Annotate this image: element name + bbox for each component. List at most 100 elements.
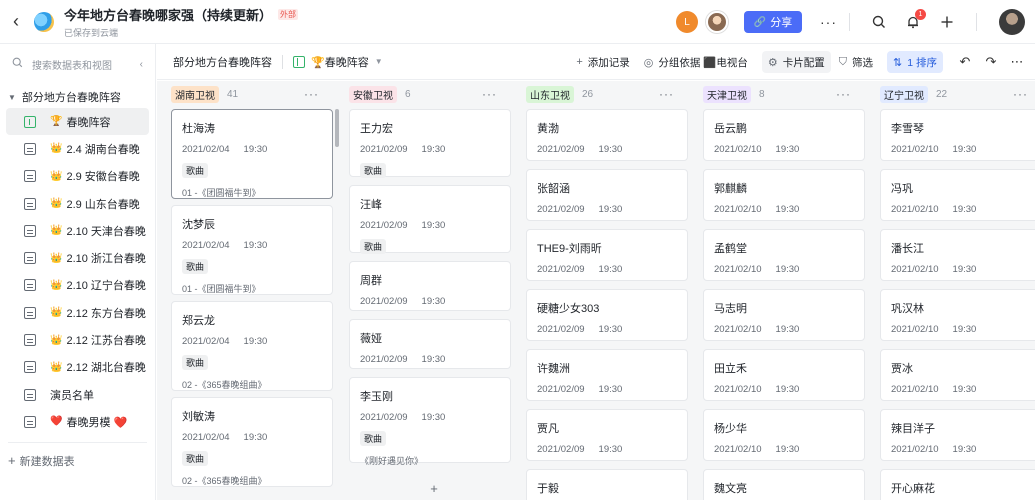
sidebar-item[interactable]: ❤️ 春晚男模 ❤️ (6, 408, 149, 435)
card-time: 19:30 (952, 144, 977, 155)
card-name: 岳云鹏 (714, 123, 747, 135)
sidebar-item[interactable]: 👑 2.12 江苏台春晚 (6, 326, 149, 353)
record-card[interactable]: 田立禾 2021/02/10 19:30 (703, 349, 865, 401)
sidebar-item[interactable]: 👑 2.4 湖南台春晚 (6, 135, 149, 162)
record-card[interactable]: 岳云鹏 2021/02/10 19:30 (703, 109, 865, 161)
undo-icon[interactable]: ↶ (957, 54, 973, 70)
record-card[interactable]: 刘敏涛 2021/02/04 19:30 歌曲 02 -《365春晚组曲》 (171, 397, 333, 487)
card-time: 19:30 (952, 264, 977, 275)
sidebar-item[interactable]: 👑 2.10 辽宁台春晚 (6, 272, 149, 299)
record-card[interactable]: 贾凡 2021/02/09 19:30 (526, 409, 688, 461)
divider (976, 13, 977, 31)
sidebar-item[interactable]: 🏆 春晚阵容 (6, 108, 149, 136)
card-datetime: 2021/02/04 19:30 (182, 432, 322, 443)
record-card[interactable]: 于毅 (526, 469, 688, 500)
card-time: 19:30 (598, 444, 623, 455)
record-card[interactable]: 李雪琴 2021/02/10 19:30 (880, 109, 1035, 161)
collaborator-avatar[interactable]: L (676, 11, 698, 33)
sidebar-item[interactable]: 👑 2.10 浙江台春晚 (6, 244, 149, 271)
group-by-button[interactable]: ◎ 分组依据 ⬛电视台 (644, 51, 748, 73)
filter-button[interactable]: ⛉ 筛选 (839, 51, 873, 73)
column-more-icon[interactable]: ··· (1013, 87, 1028, 101)
column-more-icon[interactable]: ··· (836, 87, 851, 101)
record-card[interactable]: 潘长江 2021/02/10 19:30 (880, 229, 1035, 281)
doc-title[interactable]: 今年地方台春晚哪家强（持续更新） (64, 5, 272, 24)
record-card[interactable]: 魏文亮 (703, 469, 865, 500)
column-header[interactable]: 山东卫视 26 ··· (512, 81, 678, 107)
card-name: 潘长江 (891, 243, 924, 255)
record-card[interactable]: 郭麒麟 2021/02/10 19:30 (703, 169, 865, 221)
plus-icon[interactable] (936, 11, 958, 33)
column-more-icon[interactable]: ··· (304, 87, 319, 101)
more-icon[interactable]: ··· (820, 14, 837, 30)
column-more-icon[interactable]: ··· (659, 87, 674, 101)
redo-icon[interactable]: ↷ (983, 54, 999, 70)
card-time: 19:30 (421, 412, 446, 423)
sort-button[interactable]: ⇅ 1 排序 (887, 51, 943, 73)
user-avatar[interactable] (999, 9, 1025, 35)
record-card[interactable]: 汪峰 2021/02/09 19:30 歌曲 (349, 185, 511, 254)
card-name: 王力宏 (360, 123, 393, 135)
record-card[interactable]: 巩汉林 2021/02/10 19:30 (880, 289, 1035, 341)
sidebar-item-label: 2.12 湖北台春晚 (66, 362, 146, 375)
card-date: 2021/02/10 (891, 144, 939, 155)
column-header[interactable]: 湖南卫视 41 ··· (157, 81, 323, 107)
record-card[interactable]: 杨少华 2021/02/10 19:30 (703, 409, 865, 461)
record-card[interactable]: 周群 2021/02/09 19:30 (349, 261, 511, 311)
card-name: 周群 (360, 275, 382, 287)
gear-icon: ⚙ (767, 56, 778, 69)
column-more-icon[interactable]: ··· (482, 87, 497, 101)
record-card[interactable]: 薇娅 2021/02/09 19:30 (349, 319, 511, 369)
record-card[interactable]: 沈梦辰 2021/02/04 19:30 歌曲 01 -《团圆福牛到》 (171, 205, 333, 295)
record-card[interactable]: 杜海涛 2021/02/04 19:30 歌曲 01 -《团圆福牛到》 (171, 109, 333, 199)
new-table-button[interactable]: + 新建数据表 (0, 449, 155, 473)
column-header[interactable]: 天津卫视 8 ··· (689, 81, 855, 107)
record-card[interactable]: THE9-刘雨昕 2021/02/09 19:30 (526, 229, 688, 281)
record-card[interactable]: 开心麻花 (880, 469, 1035, 500)
sidebar-item[interactable]: 👑 2.12 东方台春晚 (6, 299, 149, 326)
table-icon (24, 142, 36, 155)
card-config-button[interactable]: ⚙ 卡片配置 (761, 51, 831, 73)
record-card[interactable]: 贾冰 2021/02/10 19:30 (880, 349, 1035, 401)
card-datetime: 2021/02/09 19:30 (360, 144, 500, 155)
sidebar-item[interactable]: 👑 2.12 湖北台春晚 (6, 354, 149, 381)
collapse-sidebar-icon[interactable]: ‹ (140, 59, 143, 70)
share-button[interactable]: 🔗 分享 (744, 11, 802, 33)
record-card[interactable]: 郑云龙 2021/02/04 19:30 歌曲 02 -《365春晚组曲》 (171, 301, 333, 391)
record-card[interactable]: 辣目洋子 2021/02/10 19:30 (880, 409, 1035, 461)
record-card[interactable]: 孟鹤堂 2021/02/10 19:30 (703, 229, 865, 281)
caret-down-icon[interactable]: ▼ (8, 93, 16, 102)
sidebar-item[interactable]: 👑 2.9 山东台春晚 (6, 190, 149, 217)
sidebar-item[interactable]: 演员名单 (6, 381, 149, 408)
add-record-button[interactable]: + 添加记录 (576, 51, 629, 73)
record-card[interactable]: 许魏洲 2021/02/09 19:30 (526, 349, 688, 401)
view-selector[interactable]: 🏆春晚阵容 ▼ (293, 54, 383, 70)
column-count: 6 (405, 88, 411, 100)
column-header[interactable]: 辽宁卫视 22 ··· (866, 81, 1032, 107)
record-card[interactable]: 冯巩 2021/02/10 19:30 (880, 169, 1035, 221)
sidebar-search[interactable]: 搜索数据表和视图 ‹ (8, 52, 147, 76)
card-name: 田立禾 (714, 363, 747, 375)
card-time: 19:30 (598, 264, 623, 275)
kanban-view-icon (293, 55, 305, 68)
table-icon (24, 197, 36, 210)
card-date: 2021/02/09 (537, 204, 585, 215)
record-card[interactable]: 李玉刚 2021/02/09 19:30 歌曲 《刚好遇见你》 (349, 377, 511, 466)
record-card[interactable]: 硬糖少女303 2021/02/09 19:30 (526, 289, 688, 341)
bell-icon[interactable]: 1 (902, 9, 926, 33)
record-card[interactable]: 马志明 2021/02/10 19:30 (703, 289, 865, 341)
sidebar-group-title[interactable]: ▼ 部分地方台春晚阵容 (0, 86, 155, 108)
collaborator-avatar-photo[interactable] (706, 11, 728, 33)
column-tag: 湖南卫视 (171, 85, 219, 103)
back-icon[interactable]: ‹ (8, 11, 24, 32)
record-card[interactable]: 王力宏 2021/02/09 19:30 歌曲 (349, 109, 511, 178)
column-header[interactable]: 安徽卫视 6 ··· (335, 81, 501, 107)
sidebar-item[interactable]: 👑 2.9 安徽台春晚 (6, 163, 149, 190)
search-icon[interactable] (868, 11, 890, 33)
table-name[interactable]: 部分地方台春晚阵容 (173, 54, 272, 70)
record-card[interactable]: 张韶涵 2021/02/09 19:30 (526, 169, 688, 221)
more-icon[interactable]: ⋯ (1009, 54, 1025, 70)
sidebar-item[interactable]: 👑 2.10 天津台春晚 (6, 217, 149, 244)
record-card[interactable]: 黄渤 2021/02/09 19:30 (526, 109, 688, 161)
card-date: 2021/02/04 (182, 336, 230, 347)
